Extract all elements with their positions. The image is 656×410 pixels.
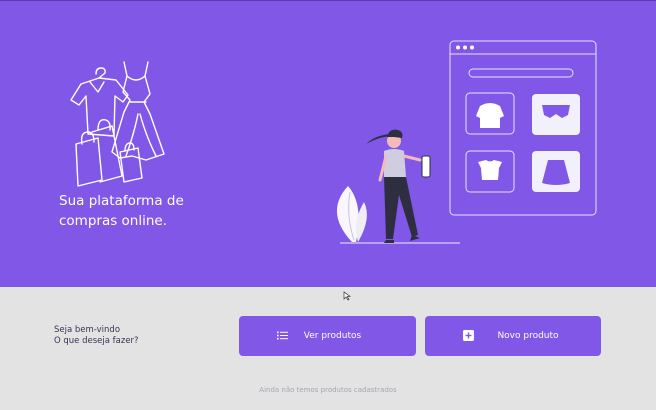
tagline-line-1: Sua plataforma de [59,193,184,209]
welcome-text: Seja bem-vindo [54,325,121,335]
empty-products-message: Ainda não temos produtos cadastrados [259,386,397,394]
greeting: Seja bem-vindo O que deseja fazer? [54,325,139,347]
hero-tagline: Sua plataforma de compras online. [59,191,229,231]
view-products-button[interactable]: Ver produtos [239,316,416,356]
question-text: O que deseja fazer? [54,336,139,346]
new-product-label: Novo produto [497,331,559,341]
online-shop-illustration [336,40,597,244]
hero-top-border [0,0,656,1]
clothes-illustration [70,61,165,187]
hero-banner: Sua plataforma de compras online. [0,0,656,287]
mouse-cursor-icon [343,291,351,301]
new-product-button[interactable]: Novo produto [425,316,601,356]
tagline-line-2: compras online. [59,213,168,229]
view-products-label: Ver produtos [303,331,362,341]
